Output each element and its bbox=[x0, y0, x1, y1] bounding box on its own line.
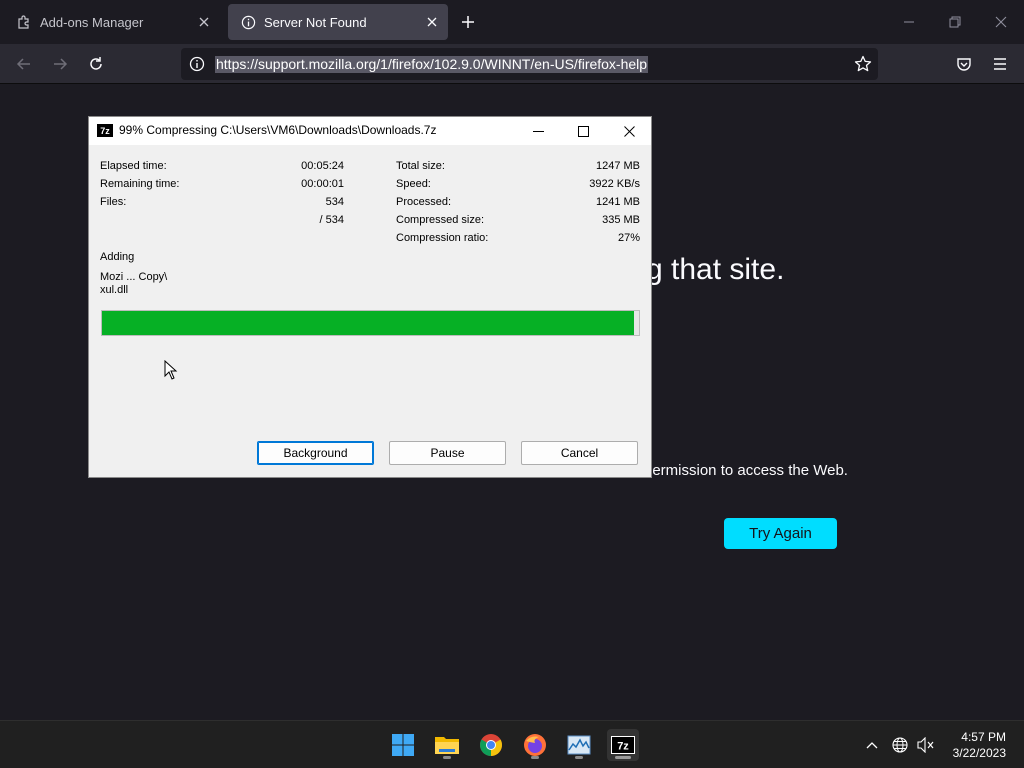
restore-window-button[interactable] bbox=[943, 10, 967, 34]
clock-date: 3/22/2023 bbox=[952, 746, 1006, 760]
taskbar-7zip[interactable]: 7z bbox=[607, 729, 639, 761]
dialog-title: 99% Compressing C:\Users\VM6\Downloads\D… bbox=[119, 123, 437, 137]
7zip-icon: 7z bbox=[611, 736, 635, 754]
windows-start-icon bbox=[392, 734, 414, 756]
svg-text:7z: 7z bbox=[617, 741, 629, 753]
forward-button[interactable] bbox=[48, 52, 72, 76]
volume-muted-icon bbox=[917, 737, 934, 753]
arrow-right-icon bbox=[54, 58, 68, 70]
taskbar-chrome[interactable] bbox=[475, 729, 507, 761]
tab-label: Add-ons Manager bbox=[40, 14, 144, 30]
network-button[interactable] bbox=[890, 735, 910, 755]
plus-icon bbox=[462, 16, 474, 28]
taskbar-firefox[interactable] bbox=[519, 729, 551, 761]
restore-icon bbox=[949, 16, 961, 28]
elapsed-time-label: Elapsed time: bbox=[100, 160, 167, 172]
remaining-time-label: Remaining time: bbox=[100, 178, 180, 190]
files-value: 534 bbox=[325, 196, 344, 208]
show-hidden-icons-button[interactable] bbox=[862, 735, 882, 755]
dialog-minimize-button[interactable] bbox=[528, 121, 548, 141]
taskbar: 7z 4:57 PM 3/22/2023 bbox=[0, 720, 1024, 768]
files-total-value: / 534 bbox=[319, 214, 344, 226]
processed-label: Processed: bbox=[396, 196, 452, 208]
current-file-path: Mozi ... Copy\ bbox=[100, 271, 168, 283]
close-tab-icon[interactable] bbox=[424, 14, 440, 30]
system-clock[interactable]: 4:57 PM 3/22/2023 bbox=[953, 729, 1006, 761]
dialog-maximize-button[interactable] bbox=[573, 121, 593, 141]
puzzle-icon bbox=[16, 14, 32, 30]
dialog-titlebar[interactable]: 7z 99% Compressing C:\Users\VM6\Download… bbox=[89, 117, 651, 145]
total-size-value: 1247 MB bbox=[595, 160, 640, 172]
folder-icon bbox=[435, 737, 459, 754]
volume-button[interactable] bbox=[916, 735, 936, 755]
total-size-label: Total size: bbox=[396, 160, 445, 172]
taskbar-resource-monitor[interactable] bbox=[563, 729, 595, 761]
minimize-icon bbox=[532, 130, 544, 132]
taskbar-file-explorer[interactable] bbox=[431, 729, 463, 761]
chevron-up-icon bbox=[866, 742, 878, 749]
close-tab-icon[interactable] bbox=[196, 14, 212, 30]
current-file-name: xul.dll bbox=[100, 284, 129, 296]
progress-bar bbox=[101, 310, 640, 336]
performance-monitor-icon bbox=[567, 735, 591, 755]
maximize-icon bbox=[577, 125, 589, 137]
compression-dialog: 7z 99% Compressing C:\Users\VM6\Download… bbox=[88, 116, 652, 478]
minimize-window-button[interactable] bbox=[897, 10, 921, 34]
remaining-time-value: 00:00:01 bbox=[301, 178, 344, 190]
arrow-left-icon bbox=[16, 58, 30, 70]
running-indicator bbox=[615, 756, 631, 759]
compression-ratio-value: 27% bbox=[617, 232, 640, 244]
running-indicator bbox=[531, 756, 539, 759]
firefox-icon bbox=[524, 734, 546, 756]
close-icon bbox=[623, 125, 635, 137]
url-text[interactable]: https://support.mozilla.org/1/firefox/10… bbox=[215, 56, 649, 73]
reload-button[interactable] bbox=[84, 52, 108, 76]
error-title: g that site. bbox=[646, 253, 785, 286]
back-button[interactable] bbox=[12, 52, 36, 76]
compression-ratio-label: Compression ratio: bbox=[396, 232, 489, 244]
files-label: Files: bbox=[100, 196, 127, 208]
globe-icon bbox=[892, 737, 908, 753]
reload-icon bbox=[90, 57, 102, 70]
elapsed-time-value: 00:05:24 bbox=[301, 160, 344, 172]
clock-time: 4:57 PM bbox=[961, 730, 1006, 744]
info-icon bbox=[240, 14, 256, 30]
background-button[interactable]: Background bbox=[257, 441, 374, 465]
speed-value: 3922 KB/s bbox=[589, 178, 640, 190]
new-tab-button[interactable] bbox=[458, 12, 478, 32]
7zip-app-icon: 7z bbox=[97, 124, 113, 137]
start-button[interactable] bbox=[387, 729, 419, 761]
tab-server-not-found[interactable]: Server Not Found bbox=[228, 4, 448, 40]
error-description: permission to access the Web. bbox=[644, 462, 848, 479]
pause-button[interactable]: Pause bbox=[389, 441, 506, 465]
navigation-toolbar: https://support.mozilla.org/1/firefox/10… bbox=[0, 44, 1024, 84]
processed-value: 1241 MB bbox=[595, 196, 640, 208]
hamburger-menu-icon bbox=[994, 58, 1006, 70]
operation-status: Adding bbox=[100, 251, 135, 263]
tab-addons-manager[interactable]: Add-ons Manager bbox=[4, 4, 220, 40]
compressed-size-value: 335 MB bbox=[602, 214, 640, 226]
close-icon bbox=[995, 16, 1007, 28]
dialog-close-button[interactable] bbox=[619, 121, 639, 141]
chrome-icon bbox=[480, 734, 502, 756]
pocket-button[interactable] bbox=[952, 52, 976, 76]
running-indicator bbox=[443, 756, 451, 759]
menu-button[interactable] bbox=[988, 52, 1012, 76]
try-again-button[interactable]: Try Again bbox=[724, 518, 837, 549]
tab-label: Server Not Found bbox=[264, 14, 367, 30]
speed-label: Speed: bbox=[396, 178, 431, 190]
progress-fill bbox=[102, 311, 634, 335]
address-bar[interactable]: https://support.mozilla.org/1/firefox/10… bbox=[181, 48, 878, 80]
close-window-button[interactable] bbox=[989, 10, 1013, 34]
minimize-icon bbox=[904, 21, 914, 23]
running-indicator bbox=[575, 756, 583, 759]
compressed-size-label: Compressed size: bbox=[396, 214, 485, 226]
bookmark-star-icon[interactable] bbox=[854, 55, 872, 73]
cancel-button[interactable]: Cancel bbox=[521, 441, 638, 465]
site-info-icon[interactable] bbox=[189, 56, 205, 72]
mouse-cursor-icon bbox=[164, 360, 178, 380]
tab-bar: Add-ons Manager Server Not Found bbox=[0, 0, 1024, 44]
pocket-icon bbox=[957, 58, 971, 71]
